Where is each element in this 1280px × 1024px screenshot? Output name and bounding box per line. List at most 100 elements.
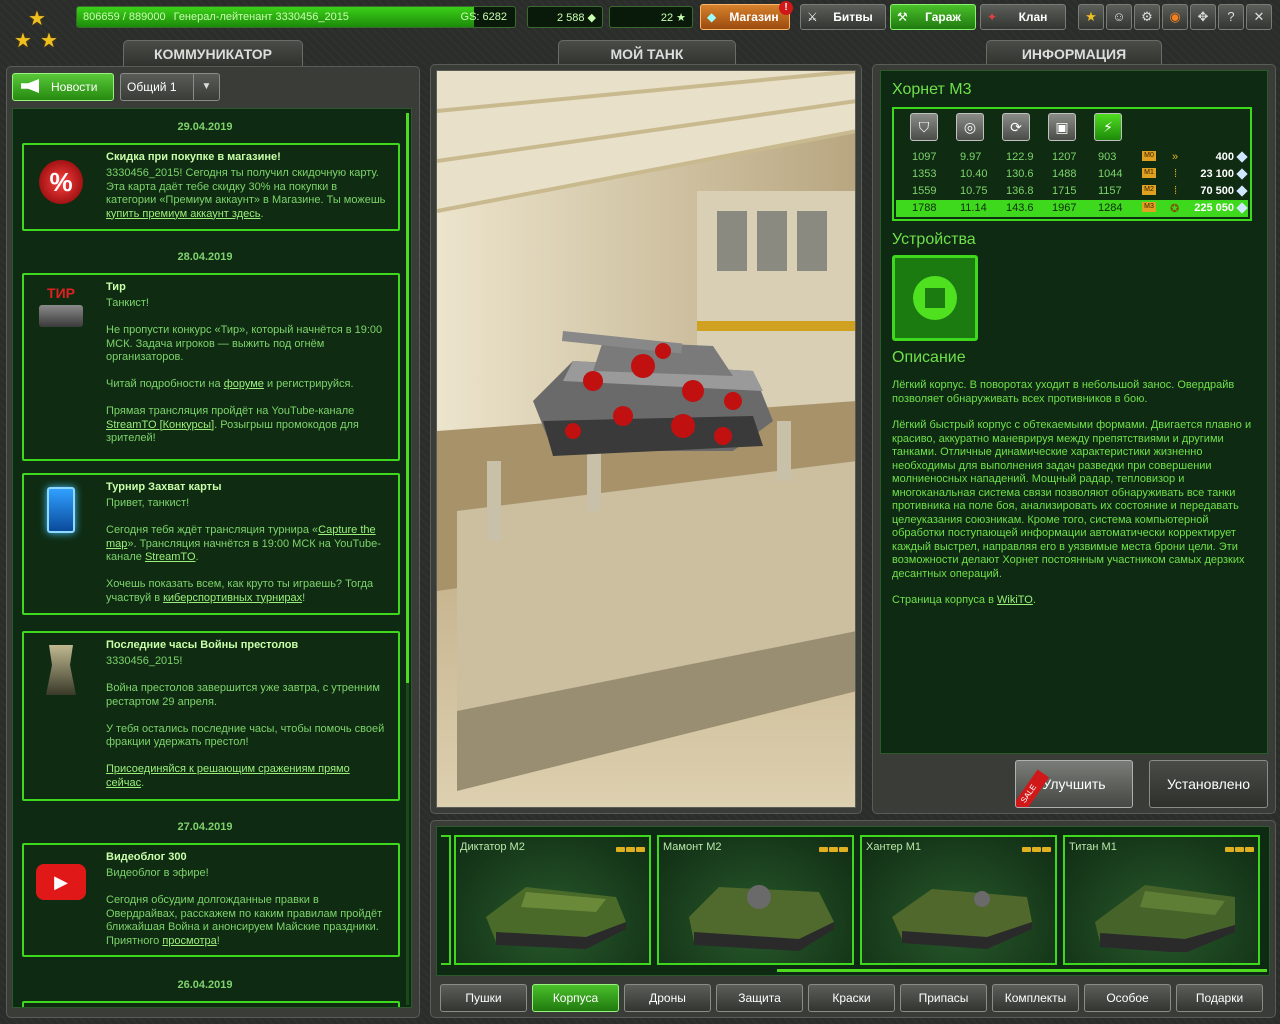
wrench-icon: ⚒ xyxy=(897,10,908,24)
shop-button[interactable]: ◆ Магазин ! xyxy=(700,1,793,30)
price: 70 500 xyxy=(1200,185,1234,197)
news-title: Видеоблог 300 xyxy=(106,851,187,863)
device-slot[interactable] xyxy=(892,255,978,341)
tir-tank-icon: ТИР xyxy=(34,285,88,339)
video-play-icon: ▶ xyxy=(34,855,88,909)
tab-drones[interactable]: Дроны xyxy=(624,984,711,1012)
installed-button[interactable]: Установлено xyxy=(1149,760,1268,808)
hull-description: Лёгкий корпус. В поворотах уходит в небо… xyxy=(892,379,1252,606)
news-title: Турнир Захват карты xyxy=(106,481,222,493)
hull-card[interactable]: Титан М1 xyxy=(1063,835,1260,965)
esports-link[interactable]: киберспортивных турнирах xyxy=(163,592,302,604)
tab-kits[interactable]: Комплекты xyxy=(992,984,1079,1012)
hull-name: Хорнет М3 xyxy=(892,81,972,98)
trophy-banner-icon xyxy=(34,485,88,539)
gear-score: GS: 6282 xyxy=(460,11,507,23)
news-title: Тир xyxy=(106,281,126,293)
news-title: Скидка при покупке в магазине! xyxy=(106,151,281,163)
tab-paints[interactable]: Краски xyxy=(808,984,895,1012)
battles-button[interactable]: ⚔ Битвы xyxy=(800,4,886,30)
garage-button[interactable]: ⚒ Гараж xyxy=(890,4,976,30)
news-item-videoblog: ▶ Видеоблог 300 Видеоблог в эфире! Сегод… xyxy=(22,843,400,957)
tir-icon-label: ТИР xyxy=(47,285,75,301)
clan-button[interactable]: ✦ Клан xyxy=(980,4,1066,30)
mod-level-icon xyxy=(615,843,645,855)
news-body: 3330456_2015! Сегодня ты получил скидочн… xyxy=(106,167,386,220)
forum-link[interactable]: форуме xyxy=(224,378,264,390)
news-button[interactable]: Новости xyxy=(12,73,114,101)
news-item-tir: ТИР Тир Танкист! Не пропусти конкурс «Ти… xyxy=(22,273,400,461)
shop-notification-badge: ! xyxy=(779,1,793,15)
description-heading: Описание xyxy=(892,349,966,366)
hull-card[interactable]: Хантер М1 xyxy=(860,835,1057,965)
news-link[interactable]: купить премиум аккаунт здесь xyxy=(106,208,260,220)
price: 23 100 xyxy=(1200,168,1234,180)
experience-bar: 806659 / 889000 Генерал-лейтенант 3330456… xyxy=(76,6,516,28)
tab-gifts[interactable]: Подарки xyxy=(1176,984,1263,1012)
communicator-title: КОММУНИКАТОР xyxy=(123,40,303,68)
top-bar: ★ ★ ★ 806659 / 889000 Генерал-лейтенант 333… xyxy=(0,0,1280,52)
armor-icon: ⛉ xyxy=(910,113,938,141)
upgrade-button[interactable]: SALE Улучшить xyxy=(1015,760,1133,808)
modification-badge: M0 xyxy=(1142,151,1156,161)
clan-medal-icon: ✦ xyxy=(987,10,998,24)
turn-speed-icon: ⟳ xyxy=(1002,113,1030,141)
mod-level-icon xyxy=(818,843,848,855)
carousel-prev-card-edge[interactable] xyxy=(441,835,451,965)
tab-protection[interactable]: Защита xyxy=(716,984,803,1012)
mod-level-icon xyxy=(1224,843,1254,855)
diamond-icon: ◆ xyxy=(707,10,717,24)
friends-icon[interactable]: ☺ xyxy=(1106,4,1132,30)
help-icon[interactable]: ? xyxy=(1218,4,1244,30)
news-body: Привет, танкист! Сегодня тебя ждёт транс… xyxy=(106,497,381,604)
fullscreen-icon[interactable]: ✥ xyxy=(1190,4,1216,30)
streamto-link[interactable]: StreamTO [Конкурсы] xyxy=(106,419,214,431)
close-icon[interactable]: ✕ xyxy=(1246,4,1272,30)
news-body: Танкист! Не пропусти конкурс «Тир», кото… xyxy=(106,297,383,444)
tank-preview-viewport[interactable] xyxy=(436,70,856,808)
streamto-link[interactable]: StreamTO xyxy=(145,551,196,563)
tab-hulls[interactable]: Корпуса xyxy=(532,984,619,1012)
channel-select[interactable]: Общий 1 ▼ xyxy=(120,73,220,101)
power-icon: ⚡ xyxy=(1094,113,1122,141)
sound-icon[interactable]: ◉ xyxy=(1162,4,1188,30)
video-link[interactable]: просмотра xyxy=(162,935,216,947)
hangar-scene xyxy=(437,71,855,807)
stars-value: 22 xyxy=(660,12,674,24)
news-date: 29.04.2019 xyxy=(177,121,233,133)
hull-carousel[interactable]: Диктатор М2 Мамонт М2 Хантер М1 Титан М1 xyxy=(436,826,1270,976)
rank-icon: ⁞ xyxy=(1174,168,1178,180)
hull-card[interactable]: Мамонт М2 xyxy=(657,835,854,965)
stat-row-m0[interactable]: 1097 9.97 122.9 1207 903 M0 » 400 xyxy=(896,149,1248,166)
feed-scrollbar[interactable] xyxy=(406,113,409,1005)
quests-icon[interactable]: ★ xyxy=(1078,4,1104,30)
speed-icon: ◎ xyxy=(956,113,984,141)
tank-hull-image xyxy=(486,887,626,949)
price: 225 050 xyxy=(1194,202,1234,214)
rank-name: Генерал-лейтенант 3330456_2015 xyxy=(173,11,349,23)
settings-gear-icon[interactable]: ⚙ xyxy=(1134,4,1160,30)
modification-badge: M1 xyxy=(1142,168,1156,178)
rank-icon: ⁞ xyxy=(1174,185,1178,197)
wiki-link[interactable]: WikiTO xyxy=(997,594,1033,606)
hull-stats-table: ⛉ ◎ ⟳ ▣ ⚡ 1097 9.97 122.9 1207 903 M0 » 400 … xyxy=(892,107,1252,221)
news-date: 26.04.2019 xyxy=(177,979,233,991)
tank-hull-image xyxy=(689,885,834,951)
crystal-icon xyxy=(1236,202,1248,214)
devices-heading: Устройства xyxy=(892,231,976,248)
crystals-counter: 2 588 ◆ xyxy=(527,6,603,28)
tab-supplies[interactable]: Припасы xyxy=(900,984,987,1012)
modification-badge: M2 xyxy=(1142,185,1156,195)
tab-guns[interactable]: Пушки xyxy=(440,984,527,1012)
stat-row-m1[interactable]: 1353 10.40 130.6 1488 1044 M1 ⁞ 23 100 xyxy=(896,166,1248,183)
news-feed[interactable]: 29.04.2019 % Скидка при покупке в магази… xyxy=(12,108,412,1008)
carousel-scrollbar[interactable] xyxy=(777,969,1267,972)
stat-row-m3-current[interactable]: 1788 11.14 143.6 1967 1284 M3 ✪ 225 050 xyxy=(896,200,1248,217)
category-tabs: Пушки Корпуса Дроны Защита Краски Припас… xyxy=(436,982,1270,1014)
stat-row-m2[interactable]: 1559 10.75 136.8 1715 1157 M2 ⁞ 70 500 xyxy=(896,183,1248,200)
hull-info: Хорнет М3 ⛉ ◎ ⟳ ▣ ⚡ 1097 9.97 122.9 1207 903… xyxy=(880,70,1268,754)
tab-special[interactable]: Особое xyxy=(1084,984,1171,1012)
hull-card[interactable]: Диктатор М2 xyxy=(454,835,651,965)
discount-percent-icon: % xyxy=(34,155,88,209)
tank-hull-image xyxy=(892,889,1032,949)
